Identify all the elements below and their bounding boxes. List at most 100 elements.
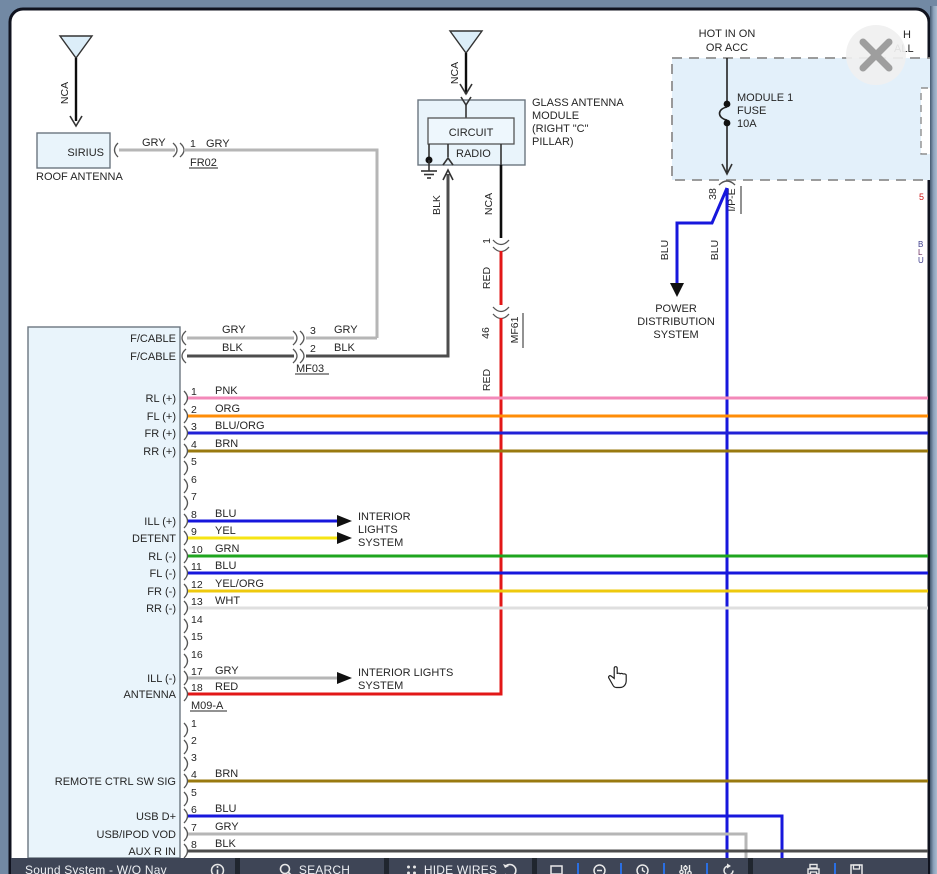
signal-label: AUX R IN: [128, 846, 176, 858]
close-button[interactable]: [846, 25, 906, 85]
svg-text:PILLAR): PILLAR): [532, 136, 574, 148]
svg-text:GRY: GRY: [215, 665, 239, 677]
signal-label: ANTENNA: [123, 689, 176, 701]
svg-text:1: 1: [191, 718, 197, 730]
icon-divider: [706, 863, 708, 874]
svg-text:BRN: BRN: [215, 438, 238, 450]
wire-label: BLU: [659, 240, 671, 260]
radio-pin-label: RADIO: [456, 148, 491, 160]
module-title: GLASS ANTENNA: [532, 97, 624, 109]
signal-label: FR (-): [147, 586, 176, 598]
pin-number: 1: [190, 138, 196, 150]
power-dist-label: POWER: [655, 303, 697, 315]
signal-label: F/CABLE: [130, 333, 176, 345]
pin-number: 2: [310, 343, 316, 355]
signal-label: FL (-): [150, 568, 176, 580]
svg-text:SYSTEM: SYSTEM: [358, 680, 403, 692]
wire-label: RED: [481, 266, 493, 289]
svg-text:17: 17: [191, 666, 203, 678]
connector-label[interactable]: MF61: [509, 316, 521, 343]
svg-text:BLK: BLK: [215, 838, 236, 850]
svg-text:BLU: BLU: [215, 803, 236, 815]
sirius-label: SIRIUS: [67, 147, 104, 159]
svg-text:BLU/ORG: BLU/ORG: [215, 420, 265, 432]
signal-label: RL (+): [146, 393, 176, 405]
wire-color-label: GRY: [206, 138, 230, 150]
wire-color-label: BLK: [334, 342, 355, 354]
svg-text:18: 18: [191, 682, 203, 694]
refresh-icon[interactable]: [721, 863, 736, 874]
svg-text:10A: 10A: [737, 118, 757, 130]
icon-divider: [577, 863, 579, 874]
fit-screen-icon[interactable]: [549, 863, 564, 874]
wire-label: NCA: [59, 82, 71, 104]
diagram-title-section[interactable]: Sound System - W/O Nav: [11, 858, 235, 874]
signal-label: DETENT: [132, 533, 176, 545]
diagram-title: Sound System - W/O Nav: [25, 863, 167, 874]
signal-label: FR (+): [145, 428, 176, 440]
wires-dots-icon: [404, 863, 419, 874]
svg-text:10: 10: [191, 544, 203, 556]
pin-number: 38: [707, 188, 719, 200]
signal-label: RR (+): [143, 446, 176, 458]
svg-text:15: 15: [191, 631, 203, 643]
svg-text:OR ACC: OR ACC: [706, 42, 748, 54]
icon-divider: [663, 863, 665, 874]
connector-label[interactable]: M09-A: [191, 700, 224, 712]
search-icon: [279, 863, 294, 874]
wire-label: BLK: [431, 195, 443, 215]
svg-text:13: 13: [191, 596, 203, 608]
svg-text:12: 12: [191, 579, 203, 591]
hot-header: HOT IN ON: [699, 28, 756, 40]
signal-label: REMOTE CTRL SW SIG: [55, 776, 176, 788]
svg-text:SYSTEM: SYSTEM: [358, 537, 403, 549]
svg-text:(RIGHT "C": (RIGHT "C": [532, 123, 589, 135]
wiring-diagram: NCA SIRIUS ROOF ANTENNA GRY 1 GRY FR02 N…: [0, 0, 937, 874]
svg-text:ORG: ORG: [215, 403, 240, 415]
hide-wires-button[interactable]: HIDE WIRES: [389, 858, 532, 874]
svg-text:14: 14: [191, 614, 203, 626]
info-icon[interactable]: [210, 863, 225, 874]
svg-text:GRN: GRN: [215, 543, 240, 555]
undo-icon[interactable]: [502, 863, 517, 874]
pin-number: 3: [310, 325, 316, 337]
icon-divider: [620, 863, 622, 874]
svg-text:3: 3: [191, 421, 197, 433]
settings-sliders-icon[interactable]: [678, 863, 693, 874]
signal-label: USB D+: [136, 811, 176, 823]
svg-text:16: 16: [191, 649, 203, 661]
svg-text:4: 4: [191, 769, 197, 781]
svg-text:2: 2: [191, 404, 197, 416]
svg-text:MODULE: MODULE: [532, 110, 579, 122]
svg-text:6: 6: [191, 474, 197, 486]
svg-text:YEL: YEL: [215, 525, 236, 537]
svg-text:FUSE: FUSE: [737, 105, 766, 117]
app-window: NCA SIRIUS ROOF ANTENNA GRY 1 GRY FR02 N…: [0, 0, 937, 874]
hide-wires-label: HIDE WIRES: [424, 863, 497, 874]
signal-label: RR (-): [146, 603, 176, 615]
connector-label[interactable]: MF03: [296, 363, 324, 375]
svg-text:7: 7: [191, 491, 197, 503]
wire-color-label: GRY: [142, 137, 166, 149]
svg-text:BLU: BLU: [215, 508, 236, 520]
svg-text:LIGHTS: LIGHTS: [358, 524, 398, 536]
svg-text:8: 8: [191, 839, 197, 851]
zoom-out-icon[interactable]: [592, 863, 607, 874]
signal-label: F/CABLE: [130, 351, 176, 363]
search-label: SEARCH: [299, 863, 350, 874]
save-icon[interactable]: [849, 863, 864, 874]
svg-text:DISTRIBUTION: DISTRIBUTION: [637, 316, 715, 328]
connector-label[interactable]: FR02: [190, 157, 217, 169]
svg-text:2: 2: [191, 735, 197, 747]
history-icon[interactable]: [635, 863, 650, 874]
print-icon[interactable]: [806, 863, 821, 874]
window-right-edge: [930, 6, 937, 874]
signal-label: ILL (+): [144, 516, 176, 528]
view-tools-section: [537, 858, 748, 874]
sirius-caption: ROOF ANTENNA: [36, 171, 123, 183]
svg-text:BLU: BLU: [215, 560, 236, 572]
svg-text:YEL/ORG: YEL/ORG: [215, 578, 264, 590]
wire-color-label: GRY: [222, 324, 246, 336]
search-button[interactable]: SEARCH: [240, 858, 384, 874]
svg-text:8: 8: [191, 509, 197, 521]
